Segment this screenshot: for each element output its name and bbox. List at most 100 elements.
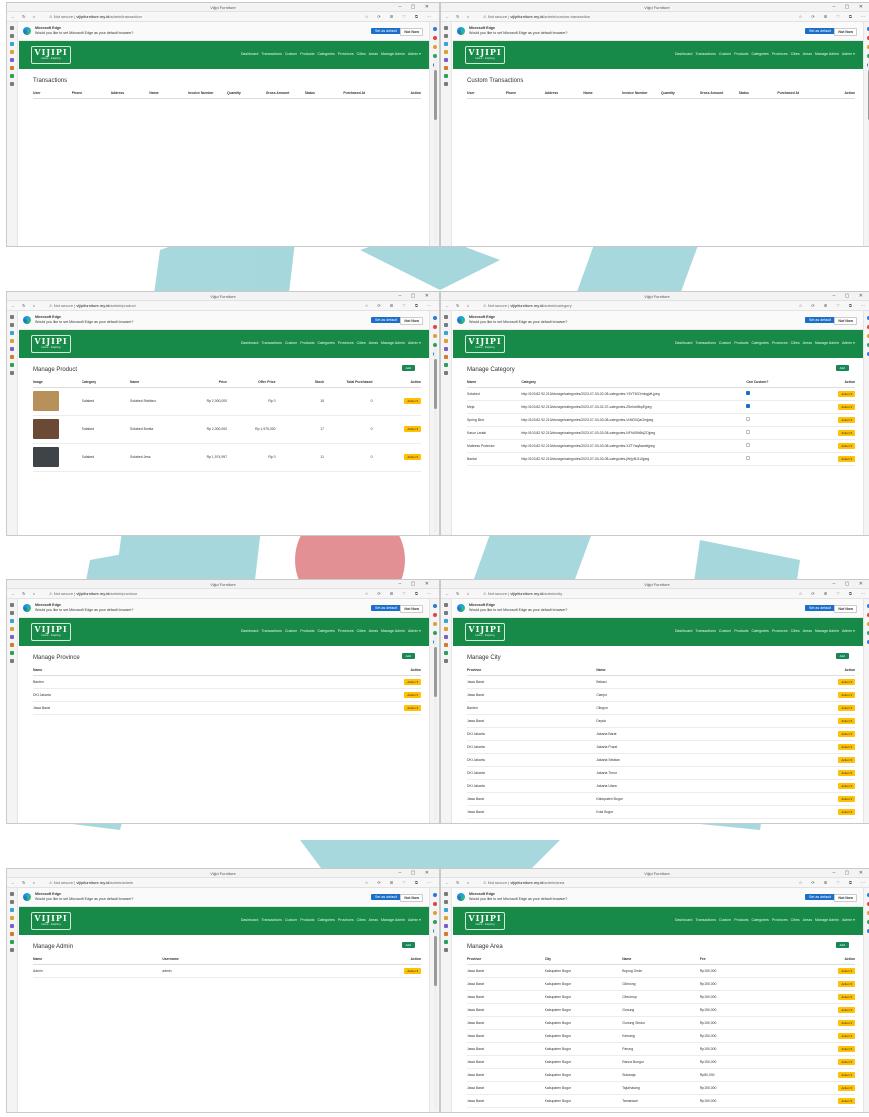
set-default-button[interactable]: Set as default [371,894,401,900]
nav-item[interactable]: Cities [357,918,366,922]
can-custom-checkbox[interactable] [746,439,801,453]
nav-buttons-icon[interactable]: ← ↻ ⌂ [445,591,472,596]
vijipi-logo[interactable]: VIJIPI Home · Inspiring [465,912,505,930]
action-dropdown[interactable]: Action ▾ [838,442,855,449]
set-default-button[interactable]: Set as default [805,894,835,900]
address-bar[interactable]: ← ↻ ⌂ ⚠ Not secure | vijipifurniture.my.… [7,301,439,311]
url-text[interactable]: ⚠ Not secure | vijipifurniture.my.id/adm… [49,14,142,19]
action-dropdown[interactable]: Action ▾ [404,398,421,404]
nav-item[interactable]: Categories [751,918,768,922]
action-dropdown[interactable]: Action ▾ [838,691,855,698]
nav-item[interactable]: Categories [317,52,334,56]
nav-item[interactable]: Admin ▾ [842,52,855,56]
nav-buttons-icon[interactable]: ← ↻ ⌂ [11,591,38,596]
nav-item[interactable]: Areas [803,629,812,633]
nav-item[interactable]: Provinces [772,52,788,56]
nav-item[interactable]: Categories [751,341,768,345]
nav-item[interactable]: Products [734,52,748,56]
action-dropdown[interactable]: Action ▾ [838,390,855,397]
nav-item[interactable]: Transactions [261,629,281,633]
toolbar-icons[interactable]: ☆ ⟳ ⊞ ♡ ⧉ ⋯ [365,14,435,19]
nav-item[interactable]: Transactions [261,52,281,56]
nav-item[interactable]: Products [734,341,748,345]
nav-item[interactable]: Areas [803,341,812,345]
nav-item[interactable]: Admin ▾ [408,629,421,633]
set-default-button[interactable]: Set as default [371,317,401,323]
address-bar[interactable]: ← ↻ ⌂ ⚠ Not secure | vijipifurniture.my.… [441,301,869,311]
vijipi-logo[interactable]: VIJIPI Home · Inspiring [31,46,71,64]
action-dropdown[interactable]: Action ▾ [838,967,855,974]
url-text[interactable]: ⚠ Not secure | vijipifurniture.my.id/adm… [483,14,590,19]
nav-item[interactable]: Custom [285,629,297,633]
url-text[interactable]: ⚠ Not secure | vijipifurniture.my.id/adm… [49,303,136,308]
not-now-button[interactable]: Not Now [834,28,857,36]
toolbar-icons[interactable]: ☆ ⟳ ⊞ ♡ ⧉ ⋯ [365,880,435,885]
window-controls[interactable]: – ▢ ✕ [833,581,867,587]
left-sidebar[interactable] [7,311,18,535]
action-dropdown[interactable]: Action ▾ [838,429,855,436]
nav-item[interactable]: Custom [285,341,297,345]
add-button[interactable]: Add [835,942,849,948]
nav-item[interactable]: Transactions [695,918,715,922]
nav-item[interactable]: Dashboard [241,629,259,633]
toolbar-icons[interactable]: ☆ ⟳ ⊞ ♡ ⧉ ⋯ [799,14,869,19]
not-now-button[interactable]: Not Now [400,605,423,613]
nav-item[interactable]: Dashboard [675,629,693,633]
scrollbar[interactable] [434,58,437,243]
url-text[interactable]: ⚠ Not secure | vijipifurniture.my.id/adm… [49,591,137,596]
add-button[interactable]: Add [401,942,415,948]
left-sidebar[interactable] [7,599,18,823]
nav-buttons-icon[interactable]: ← ↻ ⌂ [445,880,472,885]
nav-item[interactable]: Custom [719,918,731,922]
nav-item[interactable]: Products [734,918,748,922]
nav-item[interactable]: Transactions [261,918,281,922]
nav-item[interactable]: Categories [317,341,334,345]
nav-item[interactable]: Areas [369,629,378,633]
nav-item[interactable]: Cities [791,918,800,922]
nav-item[interactable]: Manage Admin [815,629,839,633]
nav-item[interactable]: Cities [791,52,800,56]
nav-item[interactable]: Custom [285,52,297,56]
nav-item[interactable]: Categories [751,52,768,56]
not-now-button[interactable]: Not Now [400,28,423,36]
url-text[interactable]: ⚠ Not secure | vijipifurniture.my.id/adm… [483,880,564,885]
window-controls[interactable]: – ▢ ✕ [833,870,867,876]
toolbar-icons[interactable]: ☆ ⟳ ⊞ ♡ ⧉ ⋯ [799,591,869,596]
set-default-button[interactable]: Set as default [805,28,835,34]
nav-item[interactable]: Transactions [695,629,715,633]
left-sidebar[interactable] [441,599,452,823]
nav-item[interactable]: Manage Admin [381,341,405,345]
window-controls[interactable]: – ▢ ✕ [399,293,433,299]
window-controls[interactable]: – ▢ ✕ [399,581,433,587]
nav-item[interactable]: Custom [719,52,731,56]
address-bar[interactable]: ← ↻ ⌂ ⚠ Not secure | vijipifurniture.my.… [7,12,439,22]
set-default-button[interactable]: Set as default [371,605,401,611]
nav-item[interactable]: Manage Admin [815,341,839,345]
action-dropdown[interactable]: Action ▾ [404,704,421,711]
action-dropdown[interactable]: Action ▾ [838,756,855,763]
action-dropdown[interactable]: Action ▾ [838,1006,855,1013]
nav-item[interactable]: Dashboard [675,918,693,922]
nav-item[interactable]: Manage Admin [815,918,839,922]
nav-item[interactable]: Provinces [338,629,354,633]
nav-buttons-icon[interactable]: ← ↻ ⌂ [445,14,472,19]
nav-item[interactable]: Products [734,629,748,633]
left-sidebar[interactable] [441,22,452,246]
action-dropdown[interactable]: Action ▾ [838,704,855,711]
nav-item[interactable]: Dashboard [241,52,259,56]
nav-item[interactable]: Products [300,918,314,922]
action-dropdown[interactable]: Action ▾ [838,743,855,750]
can-custom-checkbox[interactable] [746,387,801,401]
window-controls[interactable]: – ▢ ✕ [833,293,867,299]
not-now-button[interactable]: Not Now [834,894,857,902]
nav-item[interactable]: Dashboard [241,341,259,345]
nav-item[interactable]: Admin ▾ [842,629,855,633]
nav-item[interactable]: Cities [791,341,800,345]
action-dropdown[interactable]: Action ▾ [838,403,855,410]
nav-buttons-icon[interactable]: ← ↻ ⌂ [11,880,38,885]
can-custom-checkbox[interactable] [746,400,801,414]
vijipi-logo[interactable]: VIJIPI Home · Inspiring [31,912,71,930]
nav-item[interactable]: Cities [357,629,366,633]
action-dropdown[interactable]: Action ▾ [404,967,421,974]
action-dropdown[interactable]: Action ▾ [404,454,421,460]
